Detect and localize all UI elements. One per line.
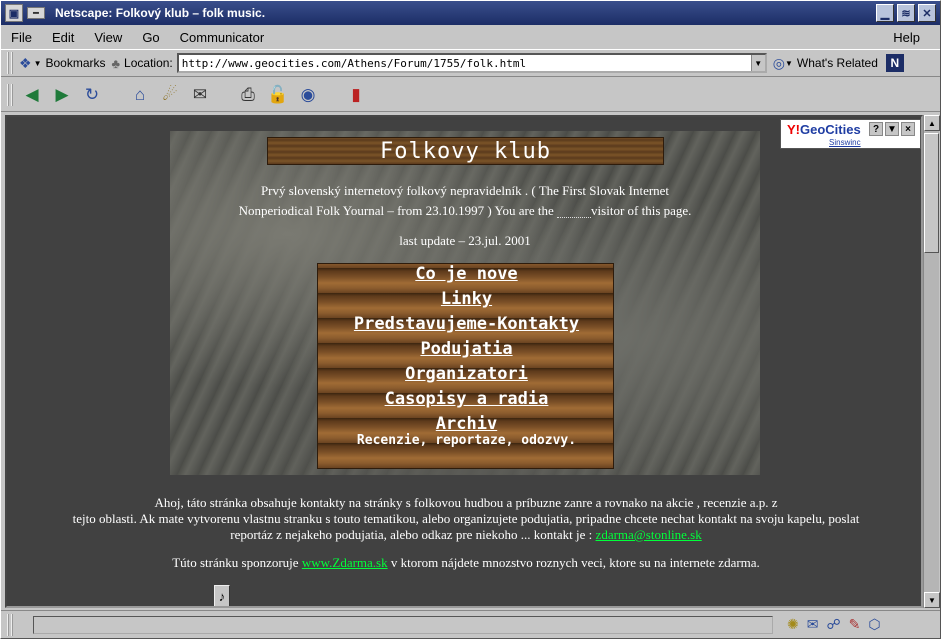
nav-link-linky[interactable]: Linky — [318, 289, 615, 309]
netscape-logo-icon[interactable]: N — [885, 54, 904, 72]
sponsor-line-1: Túto stránku sponzoruje — [172, 555, 299, 570]
nav-link-predstavujeme[interactable]: Predstavujeme-Kontakty — [318, 314, 615, 334]
scroll-thumb[interactable] — [924, 133, 939, 253]
vertical-scrollbar[interactable]: ▲ ▼ — [923, 115, 940, 608]
status-bar: ✺ ✉ ☍ ✎ ⬡ — [1, 610, 940, 638]
print-icon[interactable]: ⎙ — [235, 82, 261, 108]
music-note-icon[interactable]: ♪ — [214, 585, 230, 606]
menu-go[interactable]: Go — [132, 30, 169, 45]
location-label: Location: — [124, 56, 173, 70]
location-toolbar: ❖ ▼ Bookmarks ♣ Location: http://www.geo… — [1, 49, 940, 77]
discussion-status-icon[interactable]: ☍ — [826, 616, 840, 633]
menu-view[interactable]: View — [84, 30, 132, 45]
email-link[interactable]: zdarma@stonline.sk — [596, 527, 702, 542]
geocities-sub-link[interactable]: Sinswinc — [829, 138, 861, 147]
menu-bar: File Edit View Go Communicator Help — [1, 26, 940, 48]
menu-communicator[interactable]: Communicator — [170, 30, 275, 45]
geocities-widget: Y!GeoCities ? ▼ × Sinswinc — [780, 119, 921, 149]
page-title: Folkovy klub — [267, 137, 664, 165]
bookmarks-button[interactable]: Bookmarks — [45, 56, 105, 70]
location-icon[interactable]: ♣ — [112, 56, 121, 71]
back-icon[interactable]: ◀ — [19, 82, 45, 108]
header-banner: Folkovy klub Prvý slovenský internetový … — [170, 131, 760, 475]
window-shade-icon[interactable]: ━ — [27, 7, 45, 19]
mail-status-icon[interactable]: ✉ — [807, 616, 819, 633]
geocities-logo[interactable]: Y!GeoCities — [787, 122, 861, 137]
main-line-1: Ahoj, táto stránka obsahuje kontakty na … — [154, 495, 778, 510]
sponsor-link[interactable]: www.Zdarma.sk — [302, 555, 388, 570]
sponsor-line-2: v ktorom nájdete mnozstvo roznych veci, … — [390, 555, 760, 570]
menu-help[interactable]: Help — [883, 30, 930, 45]
security-status-icon[interactable]: ✺ — [787, 616, 799, 633]
scroll-up-icon[interactable]: ▲ — [924, 115, 940, 131]
intro-text: Prvý slovenský internetový folkový nepra… — [190, 181, 740, 221]
nav-link-casopisy[interactable]: Casopisy a radia — [318, 389, 615, 409]
intro-line-2: Nonperiodical Folk Yournal – from 23.10.… — [238, 203, 554, 218]
sponsor-text: Túto stránku sponzoruje www.Zdarma.sk v … — [7, 555, 921, 571]
security-icon[interactable]: 🔓 — [265, 82, 291, 108]
window-title: Netscape: Folkový klub – folk music. — [55, 6, 266, 20]
navigation-toolbar: ◀ ▶ ↻ ⌂ ☄ ✉ ⎙ 🔓 ◉ ▮ — [1, 78, 940, 112]
forward-icon[interactable]: ▶ — [49, 82, 75, 108]
nav-link-archiv[interactable]: Archiv — [318, 414, 615, 434]
related-dropdown-icon[interactable]: ▼ — [785, 59, 793, 68]
url-text: http://www.geocities.com/Athens/Forum/17… — [181, 56, 527, 70]
navigation-menu: Co je nove Linky Predstavujeme-Kontakty … — [317, 263, 614, 469]
url-input[interactable]: http://www.geocities.com/Athens/Forum/17… — [176, 53, 767, 73]
last-update-text: last update – 23.jul. 2001 — [399, 233, 531, 248]
page-viewport[interactable]: Folkovy klub Prvý slovenský internetový … — [5, 115, 923, 608]
whats-related-icon[interactable]: ◎ — [773, 55, 785, 72]
intro-line-1: Prvý slovenský internetový folkový nepra… — [260, 183, 670, 198]
intro-line-3: visitor of this page. — [591, 203, 692, 218]
maximize-icon[interactable]: ≋ — [897, 4, 915, 22]
nav-link-podujatia[interactable]: Podujatia — [318, 339, 615, 359]
scroll-down-icon[interactable]: ▼ — [924, 592, 940, 608]
geocities-dropdown-icon[interactable]: ▼ — [885, 122, 899, 136]
geocities-close-button[interactable]: × — [901, 122, 915, 136]
netscape-icon[interactable]: ✉ — [187, 82, 213, 108]
shop-icon[interactable]: ◉ — [295, 82, 321, 108]
toolbar-grip[interactable] — [7, 52, 13, 74]
home-icon[interactable]: ⌂ — [127, 82, 153, 108]
stop-icon[interactable]: ▮ — [343, 82, 369, 108]
main-text: Ahoj, táto stránka obsahuje kontakty na … — [7, 495, 921, 543]
menu-edit[interactable]: Edit — [42, 30, 84, 45]
composer-status-icon[interactable]: ✎ — [849, 616, 861, 633]
visitor-counter — [557, 207, 592, 218]
main-line-3: reportáz z nejakeho podujatia, alebo odk… — [230, 527, 593, 542]
title-bar: ▣ ━ Netscape: Folkový klub – folk music.… — [1, 1, 940, 25]
minimize-icon[interactable]: ▁ — [876, 4, 894, 22]
geocities-help-button[interactable]: ? — [869, 122, 883, 136]
bookmarks-icon[interactable]: ❖ — [19, 55, 32, 72]
browser-window: ▣ ━ Netscape: Folkový klub – folk music.… — [0, 0, 941, 639]
close-icon[interactable]: ✕ — [918, 4, 936, 22]
nav-link-co-je-nove[interactable]: Co je nove — [318, 264, 615, 284]
bookmarks-dropdown-icon[interactable]: ▼ — [34, 59, 42, 68]
divider — [185, 606, 745, 608]
nav-link-organizatori[interactable]: Organizatori — [318, 364, 615, 384]
status-message — [33, 615, 773, 634]
url-dropdown-icon[interactable]: ▼ — [750, 55, 765, 71]
toolbar-grip[interactable] — [7, 83, 13, 106]
main-line-2: tejto oblasti. Ak mate vytvorenu vlastnu… — [72, 511, 860, 526]
status-grip[interactable] — [7, 613, 13, 636]
component-status-icon[interactable]: ⬡ — [868, 616, 880, 633]
reload-icon[interactable]: ↻ — [79, 82, 105, 108]
whats-related-button[interactable]: What's Related — [797, 56, 878, 70]
window-menu-icon[interactable]: ▣ — [5, 4, 23, 22]
menu-file[interactable]: File — [1, 30, 42, 45]
archiv-subtitle: Recenzie, reportaze, odozvy. — [356, 433, 577, 448]
search-icon[interactable]: ☄ — [157, 82, 183, 108]
